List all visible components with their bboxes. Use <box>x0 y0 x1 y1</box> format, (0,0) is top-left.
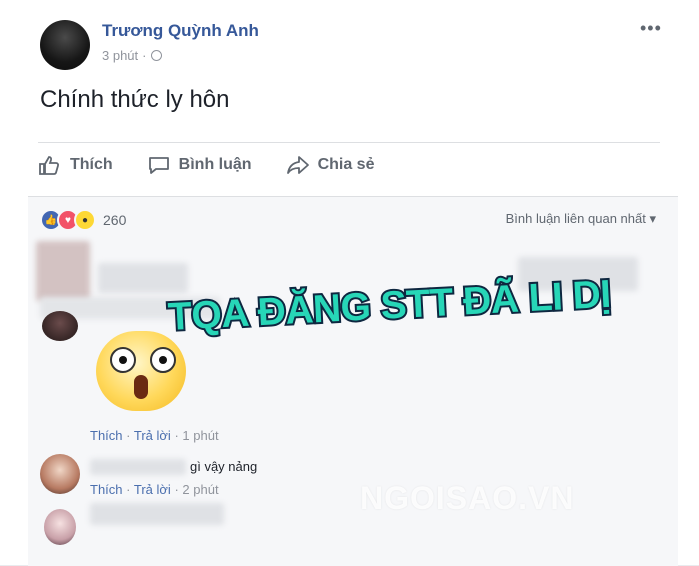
share-label: Chia sẻ <box>317 156 375 173</box>
comment-2-reply[interactable]: Trả lời <box>134 482 171 497</box>
post-header-area: Trương Quỳnh Anh 3 phút · ••• Chính thức… <box>0 0 699 193</box>
share-arrow-icon <box>286 156 309 174</box>
comment-2-text: gì vậy nảng <box>190 459 258 474</box>
comment-1-like[interactable]: Thích <box>90 428 123 443</box>
emoji-eye-right <box>150 347 176 373</box>
commenter-avatar[interactable] <box>40 454 80 494</box>
blurred-avatar <box>36 241 90 301</box>
chevron-down-icon: ▾ <box>649 211 656 226</box>
reaction-count: 260 <box>103 212 127 228</box>
blurred-name <box>98 263 188 293</box>
comment-2-like[interactable]: Thích <box>90 482 123 497</box>
like-button[interactable]: Thích <box>38 154 113 176</box>
like-label: Thích <box>70 156 113 173</box>
thumbs-up-icon <box>39 156 60 175</box>
dot: · <box>126 428 131 443</box>
comment-1-time[interactable]: 1 phút <box>182 428 218 443</box>
comment-2-actions: Thích · Trả lời · 2 phút <box>90 482 219 497</box>
blurred-name <box>90 459 186 475</box>
shocked-emoji-sticker <box>96 331 186 411</box>
comment-1-reply[interactable]: Trả lời <box>134 428 171 443</box>
author-avatar[interactable] <box>40 20 90 70</box>
post-card: Trương Quỳnh Anh 3 phút · ••• Chính thức… <box>0 0 699 566</box>
watermark-logo: NGOISAO.VN <box>360 480 575 516</box>
comments-section: 👍 ♥ ● 260 Bình luận liên quan nhất ▾ Thí… <box>28 196 678 566</box>
share-button[interactable]: Chia sẻ <box>286 154 375 176</box>
post-time[interactable]: 3 phút <box>102 48 138 63</box>
emoji-mouth <box>134 375 148 399</box>
divider <box>38 142 660 143</box>
blurred-name <box>90 503 224 525</box>
comment-sort-dropdown[interactable]: Bình luận liên quan nhất ▾ <box>506 211 656 227</box>
post-status-text: Chính thức ly hôn <box>40 86 230 113</box>
comment-button[interactable]: Bình luận <box>147 154 252 176</box>
sort-label: Bình luận liên quan nhất <box>505 211 646 226</box>
wow-icon: ● <box>74 209 96 231</box>
dot: · <box>174 428 179 443</box>
globe-icon[interactable] <box>150 50 162 61</box>
commenter-avatar[interactable] <box>44 509 76 545</box>
author-name[interactable]: Trương Quỳnh Anh <box>102 21 259 41</box>
post-actions: Thích Bình luận Chia sẻ <box>38 154 408 176</box>
post-meta: 3 phút · <box>102 48 162 63</box>
commenter-avatar[interactable] <box>42 311 78 341</box>
ellipsis-icon[interactable]: ••• <box>640 18 662 39</box>
comment-label: Bình luận <box>178 156 252 173</box>
dot: · <box>126 482 131 497</box>
dot: · <box>174 482 179 497</box>
comment-1-actions: Thích · Trả lời · 1 phút <box>90 428 219 443</box>
comment-2-time[interactable]: 2 phút <box>182 482 218 497</box>
meta-separator: · <box>142 48 147 63</box>
reactions-summary[interactable]: 👍 ♥ ● 260 <box>40 209 126 231</box>
comment-bubble-icon <box>148 157 169 174</box>
emoji-eye-left <box>110 347 136 373</box>
